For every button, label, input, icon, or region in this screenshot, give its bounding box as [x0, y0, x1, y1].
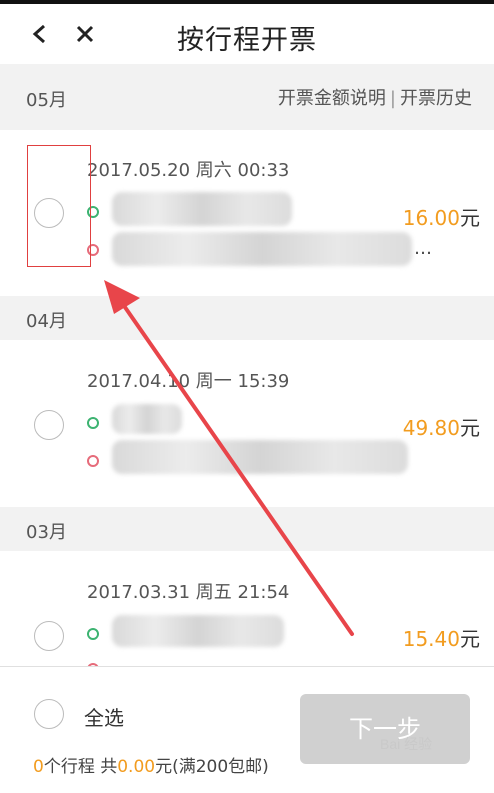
page-title: 按行程开票: [177, 25, 317, 56]
price-value: 15.40: [402, 627, 460, 651]
select-all-radio[interactable]: [34, 699, 64, 729]
trip-count-suffix: 个行程 共: [43, 757, 118, 777]
start-address-redacted: [112, 404, 182, 434]
trip-count: 0: [33, 757, 44, 777]
month-label: 04月: [26, 311, 67, 332]
bottom-bar: 全选 0个行程 共0.00元(满200包邮) 下一步: [0, 666, 494, 793]
trip-price: 49.80元: [403, 412, 480, 441]
end-address-tail: …: [414, 238, 432, 259]
trip-datetime: 2017.03.31 周五 21:54: [87, 582, 290, 603]
link-separator: |: [389, 88, 396, 109]
month-label: 05月: [26, 90, 67, 111]
price-value: 49.80: [402, 416, 460, 440]
trip-select-radio[interactable]: [34, 621, 64, 651]
start-point-icon: [87, 628, 99, 640]
price-unit: 元: [460, 627, 480, 651]
trip-datetime: 2017.04.10 周一 15:39: [87, 371, 290, 392]
price-unit: 元: [460, 206, 480, 230]
price-value: 16.00: [402, 206, 460, 230]
trip-datetime: 2017.05.20 周六 00:33: [87, 160, 290, 181]
header-links: 开票金额说明 | 开票历史: [278, 84, 472, 110]
amount-explain-link[interactable]: 开票金额说明: [278, 88, 386, 109]
start-address-redacted: [112, 615, 284, 647]
end-point-icon: [87, 455, 99, 467]
top-bar: 按行程开票: [0, 0, 494, 64]
amount-suffix: 元(满200包邮): [155, 757, 269, 777]
price-unit: 元: [460, 416, 480, 440]
start-point-icon: [87, 417, 99, 429]
trip-card[interactable]: 2017.04.10 周一 15:39 49.80元: [0, 340, 494, 507]
baidu-watermark: Bai 经验: [380, 736, 433, 752]
section-header-april: 04月: [0, 296, 494, 340]
month-label: 03月: [26, 522, 67, 543]
total-amount: 0.00: [117, 757, 156, 777]
select-all-label[interactable]: 全选: [84, 702, 124, 731]
end-address-redacted: [112, 232, 412, 266]
start-address-redacted: [112, 192, 292, 226]
trip-card[interactable]: 2017.03.31 周五 21:54 15.40元: [0, 551, 494, 666]
section-header-march: 03月: [0, 507, 494, 551]
selection-summary: 0个行程 共0.00元(满200包邮): [33, 752, 269, 777]
trip-price: 15.40元: [403, 623, 480, 652]
section-header-may: 05月 开票金额说明 | 开票历史: [0, 64, 494, 130]
annotation-highlight-box: [27, 145, 91, 267]
invoice-history-link[interactable]: 开票历史: [400, 88, 472, 109]
trip-select-radio[interactable]: [34, 410, 64, 440]
trip-price: 16.00元: [403, 202, 480, 231]
end-address-redacted: [112, 440, 408, 474]
